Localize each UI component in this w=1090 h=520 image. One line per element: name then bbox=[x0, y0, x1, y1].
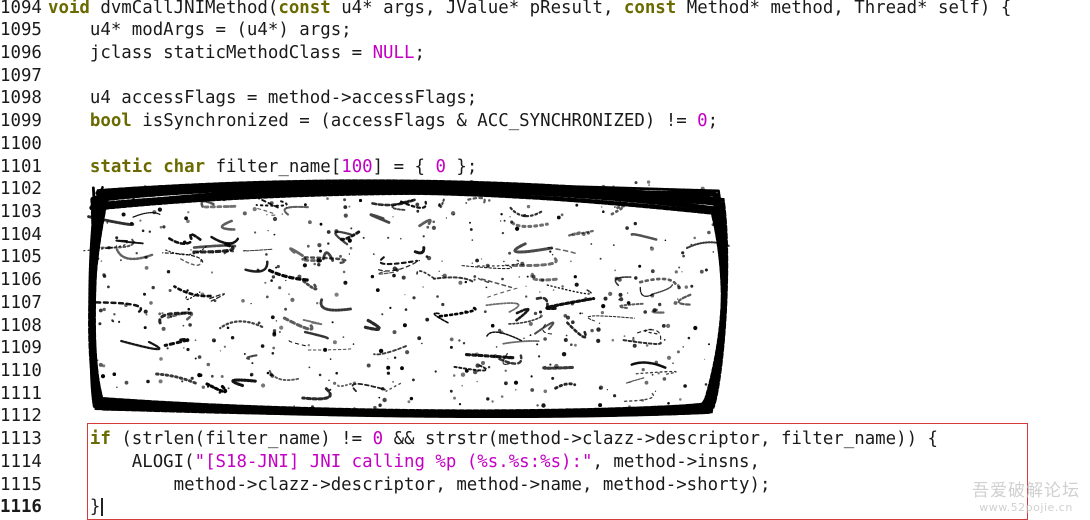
code-token: Method* method, Thread* self) { bbox=[676, 0, 1012, 18]
line-number: 1097 bbox=[0, 65, 42, 86]
code-text: u4* modArgs = (u4*) args; bbox=[46, 19, 352, 42]
line-number: 1116 bbox=[0, 497, 42, 518]
code-token: void bbox=[48, 0, 90, 18]
code-line[interactable]: 1096 jclass staticMethodClass = NULL; bbox=[0, 42, 425, 65]
code-token: NULL bbox=[372, 42, 415, 63]
watermark-title: 吾爱破解论坛 bbox=[972, 481, 1080, 501]
code-token: const bbox=[278, 0, 331, 18]
code-line[interactable]: 1104 bbox=[0, 224, 48, 247]
line-number: 1113 bbox=[0, 429, 42, 450]
redaction-scribble bbox=[83, 179, 731, 418]
code-text: bool isSynchronized = (accessFlags & ACC… bbox=[46, 110, 718, 133]
line-number: 1101 bbox=[0, 156, 42, 177]
line-number: 1096 bbox=[0, 42, 42, 63]
line-number: 1100 bbox=[0, 133, 42, 154]
code-text: void dvmCallJNIMethod(const u4* args, JV… bbox=[46, 0, 1011, 19]
code-line[interactable]: 1097 bbox=[0, 65, 48, 88]
watermark-url: www.52pojie.cn bbox=[979, 501, 1073, 514]
line-number: 1112 bbox=[0, 406, 42, 427]
code-text: jclass staticMethodClass = NULL; bbox=[46, 42, 425, 65]
code-token: isSynchronized = (accessFlags & ACC_SYNC… bbox=[131, 111, 698, 132]
line-number: 1111 bbox=[0, 383, 42, 404]
line-number: 1103 bbox=[0, 201, 42, 222]
line-number: 1115 bbox=[0, 474, 42, 495]
code-token: u4* args, JValue* pResult, bbox=[330, 0, 624, 18]
code-line[interactable]: 1102 bbox=[0, 178, 48, 201]
line-number: 1102 bbox=[0, 179, 42, 200]
code-line[interactable]: 1109 bbox=[0, 337, 48, 360]
watermark: 吾爱破解论坛 www.52pojie.cn bbox=[972, 476, 1080, 514]
line-number: 1107 bbox=[0, 292, 42, 313]
code-token: u4 accessFlags = method->accessFlags; bbox=[48, 88, 478, 109]
code-token: dvmCallJNIMethod( bbox=[89, 0, 279, 18]
code-line[interactable]: 1112 bbox=[0, 405, 48, 428]
code-line[interactable]: 1098 u4 accessFlags = method->accessFlag… bbox=[0, 87, 477, 110]
line-number: 1095 bbox=[0, 20, 42, 41]
line-number: 1104 bbox=[0, 224, 42, 245]
line-number: 1094 bbox=[0, 0, 42, 18]
code-line[interactable]: 1100 bbox=[0, 133, 48, 156]
code-token: const bbox=[623, 0, 677, 18]
line-number: 1109 bbox=[0, 338, 42, 359]
code-token: jclass staticMethodClass = bbox=[48, 42, 373, 63]
code-text: u4 accessFlags = method->accessFlags; bbox=[46, 87, 477, 110]
code-line[interactable]: 1094 void dvmCallJNIMethod(const u4* args… bbox=[0, 0, 1011, 19]
line-number: 1099 bbox=[0, 111, 42, 132]
code-line[interactable]: 1095 u4* modArgs = (u4*) args; bbox=[0, 19, 352, 42]
code-token: u4* modArgs = (u4*) args; bbox=[48, 20, 352, 41]
code-line[interactable]: 1106 bbox=[0, 269, 48, 292]
line-number: 1114 bbox=[0, 451, 42, 472]
code-token: ; bbox=[707, 111, 719, 132]
code-line[interactable]: 1103 bbox=[0, 201, 48, 224]
code-token: bool bbox=[89, 111, 132, 132]
code-line[interactable]: 1107 bbox=[0, 292, 48, 315]
line-number: 1108 bbox=[0, 315, 42, 336]
line-number: 1105 bbox=[0, 247, 42, 268]
line-number: 1098 bbox=[0, 88, 42, 109]
code-line[interactable]: 1099 bool isSynchronized = (accessFlags … bbox=[0, 110, 718, 133]
code-line[interactable]: 1111 bbox=[0, 383, 48, 406]
highlight-box bbox=[87, 423, 1028, 520]
code-token: ; bbox=[414, 42, 425, 63]
code-line[interactable]: 1110 bbox=[0, 360, 48, 383]
code-token: 0 bbox=[697, 111, 708, 132]
code-line[interactable]: 1108 bbox=[0, 315, 48, 338]
line-number: 1106 bbox=[0, 270, 42, 291]
line-number: 1110 bbox=[0, 361, 42, 382]
code-line[interactable]: 1105 bbox=[0, 246, 48, 269]
